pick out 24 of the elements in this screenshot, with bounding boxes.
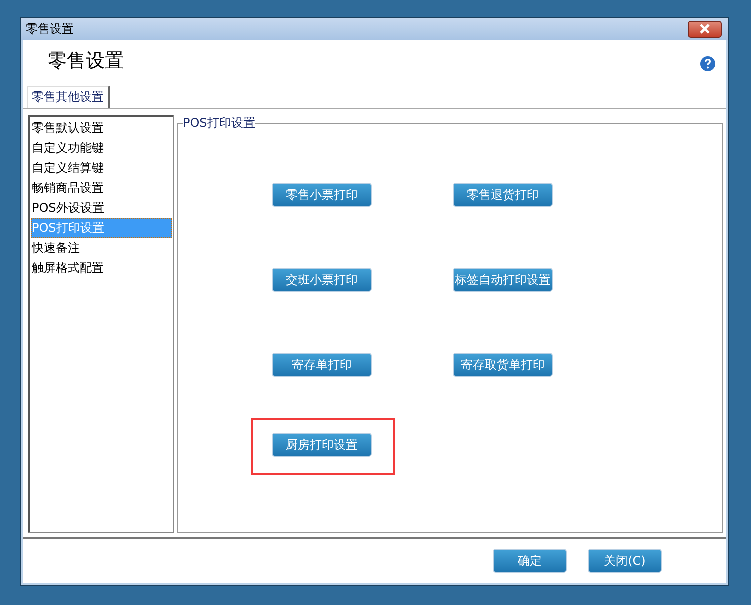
tab[interactable]: 零售其他设置 <box>27 86 110 108</box>
print-button[interactable]: 厨房打印设置 <box>272 433 372 457</box>
list-item[interactable]: 自定义结算键 <box>31 158 172 178</box>
list-item[interactable]: 自定义功能键 <box>31 138 172 158</box>
close-icon <box>699 24 711 34</box>
list-item[interactable]: POS外设设置 <box>31 198 172 218</box>
group-title: POS打印设置 <box>183 115 256 131</box>
window-title: 零售设置 <box>26 20 74 38</box>
footer-button[interactable]: 关闭(C) <box>588 549 662 573</box>
page-title: 零售设置 <box>48 49 124 74</box>
list-item[interactable]: POS打印设置 <box>31 218 172 238</box>
print-button[interactable]: 零售小票打印 <box>272 183 372 207</box>
print-button[interactable]: 零售退货打印 <box>453 183 553 207</box>
list-item[interactable]: 畅销商品设置 <box>31 178 172 198</box>
help-icon[interactable] <box>700 56 716 72</box>
print-button[interactable]: 交班小票打印 <box>272 268 372 292</box>
print-button[interactable]: 寄存单打印 <box>272 353 372 377</box>
print-button[interactable]: 标签自动打印设置 <box>453 268 553 292</box>
list-item[interactable]: 快速备注 <box>31 238 172 258</box>
close-button[interactable] <box>688 20 722 38</box>
list-item[interactable]: 零售默认设置 <box>31 118 172 138</box>
footer-button[interactable]: 确定 <box>493 549 567 573</box>
list-item[interactable]: 触屏格式配置 <box>31 258 172 278</box>
print-button[interactable]: 寄存取货单打印 <box>453 353 553 377</box>
